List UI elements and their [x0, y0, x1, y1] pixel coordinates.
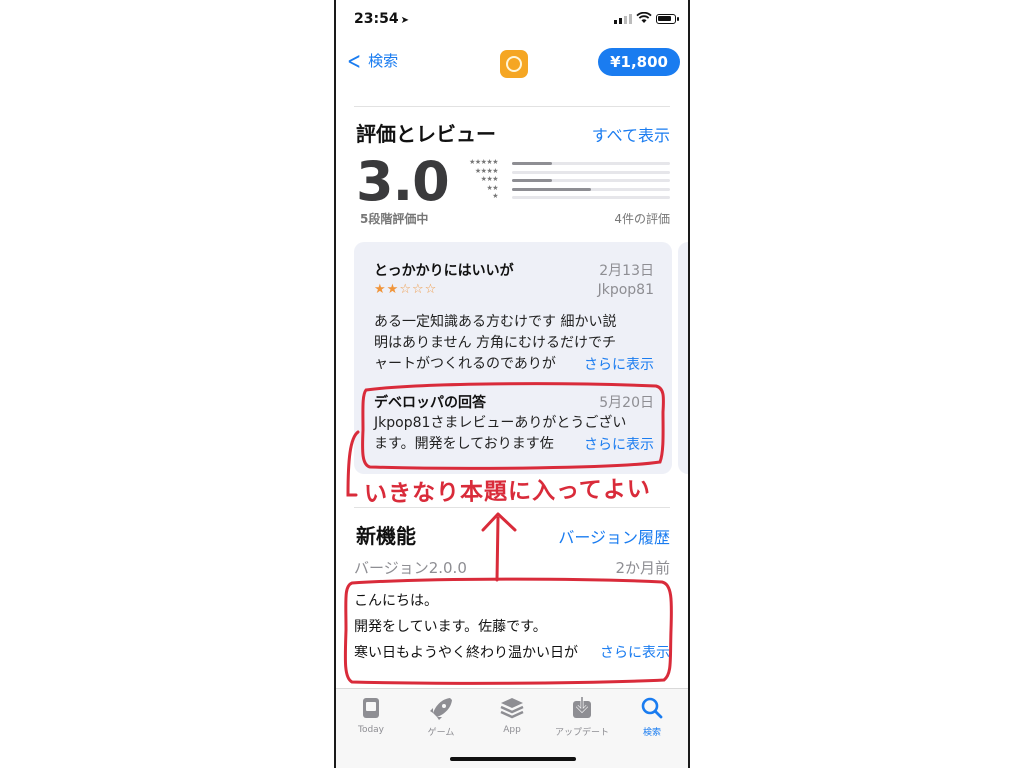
review-title: とっかかりにはいいが — [374, 263, 514, 279]
layers-icon — [500, 698, 524, 719]
review-user: Jkpop81 — [597, 282, 654, 298]
rating-bar-1: ★ — [462, 192, 672, 202]
rating-out-of: 5段階評価中 — [360, 212, 429, 226]
rocket-icon — [430, 698, 452, 720]
see-all-link[interactable]: すべて表示 — [592, 122, 670, 146]
back-label: 検索 — [368, 52, 399, 70]
release-note-line: 開発をしています。佐藤です。 — [354, 619, 547, 635]
phone-screen: 23:54 ➤ < 検索 ¥1,800 評価とレビュー すべて表示 3.0 5段階… — [334, 0, 690, 768]
whats-new-title: 新機能 — [356, 524, 416, 548]
wifi-icon — [636, 12, 652, 23]
release-note-line: こんにちは。 — [354, 593, 438, 609]
back-button[interactable]: < 検索 — [344, 46, 399, 75]
rating-distribution: ★★★★★ ★★★★ ★★★ ★★ ★ — [462, 158, 672, 203]
ratings-title: 評価とレビュー — [356, 122, 496, 146]
tab-games[interactable]: ゲーム — [406, 695, 476, 738]
status-time: 23:54 ➤ — [354, 11, 409, 27]
release-notes-more-link[interactable]: さらに表示 — [582, 640, 670, 666]
developer-more-link[interactable]: さらに表示 — [566, 434, 654, 454]
search-icon — [641, 697, 663, 719]
review-more-link[interactable]: さらに表示 — [566, 354, 654, 374]
annotation-note: いきなり本題に入ってよい — [363, 476, 652, 508]
review-date: 2月13日 — [599, 263, 654, 279]
developer-response-date: 5月20日 — [599, 395, 654, 411]
location-arrow-icon: ➤ — [400, 15, 409, 26]
tab-updates[interactable]: アップデート — [547, 695, 617, 738]
price-button[interactable]: ¥1,800 — [598, 48, 680, 76]
developer-response-title: デベロッパの回答 — [374, 395, 486, 411]
battery-icon — [656, 14, 679, 24]
version-history-link[interactable]: バージョン履歴 — [558, 524, 670, 548]
divider — [354, 106, 670, 107]
status-bar: 23:54 ➤ — [336, 0, 688, 40]
review-card[interactable]: とっかかりにはいいが 2月13日 ★★☆☆☆ Jkpop81 ある一定知識ある方… — [354, 242, 672, 474]
review-stars: ★★☆☆☆ — [374, 282, 438, 297]
app-icon — [500, 50, 528, 78]
tab-apps[interactable]: App — [477, 695, 547, 735]
today-icon — [363, 698, 379, 718]
tab-search[interactable]: 検索 — [617, 695, 687, 738]
rating-score: 3.0 — [356, 150, 450, 213]
nav-bar: < 検索 ¥1,800 — [336, 44, 688, 84]
release-age: 2か月前 — [615, 559, 670, 577]
home-indicator — [450, 757, 576, 761]
tab-bar: Today ゲーム App アップデート 検索 — [336, 688, 688, 768]
next-review-card[interactable] — [678, 242, 688, 474]
cellular-signal-icon — [614, 14, 632, 24]
screenshot-stage: 23:54 ➤ < 検索 ¥1,800 評価とレビュー すべて表示 3.0 5段階… — [0, 0, 1024, 768]
chevron-left-icon: < — [347, 46, 362, 75]
rating-count: 4件の評価 — [614, 212, 670, 226]
version-label: バージョン2.0.0 — [354, 559, 467, 577]
tab-today[interactable]: Today — [336, 695, 406, 735]
download-icon — [573, 697, 591, 718]
